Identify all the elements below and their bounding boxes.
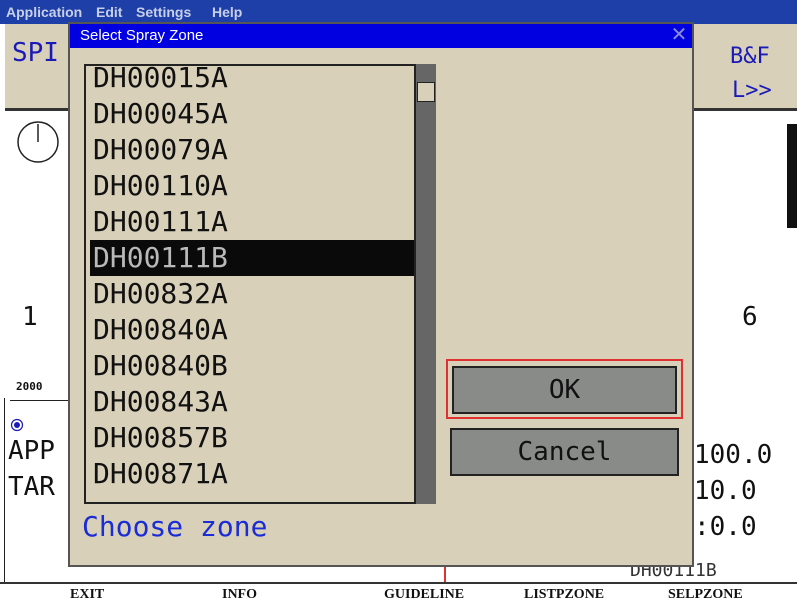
bg-left-number: 1 <box>22 302 38 332</box>
clock-icon <box>17 121 59 163</box>
bg-left-axis <box>4 398 5 588</box>
ok-button[interactable]: OK <box>452 366 677 414</box>
bg-bf-label: B&F <box>730 44 770 69</box>
select-spray-zone-dialog: Select Spray Zone ✕ DH00015A DH00045A DH00… <box>68 22 694 567</box>
ok-button-focus-ring: OK <box>446 359 683 419</box>
zone-list-item[interactable]: DH00840B <box>90 348 415 384</box>
bg-app-value: 100.0 <box>694 440 773 470</box>
softkey-listpzone[interactable]: LISTPZONE <box>524 587 604 603</box>
zone-list-scrollbar[interactable] <box>414 64 436 504</box>
choose-zone-prompt: Choose zone <box>82 510 268 543</box>
menu-edit[interactable]: Edit <box>96 4 122 20</box>
app-menubar: Application Edit Settings Help <box>0 0 797 24</box>
softkey-info[interactable]: INFO <box>222 587 257 603</box>
bg-app-label: APP <box>8 436 55 466</box>
zone-list-item[interactable]: DH00843A <box>90 384 415 420</box>
softkey-exit[interactable]: EXIT <box>70 587 104 603</box>
bg-spr-label: SPI <box>12 38 59 68</box>
softkey-guideline[interactable]: GUIDELINE <box>384 587 464 603</box>
zone-list-item[interactable]: DH00110A <box>90 168 415 204</box>
bg-right-number: 6 <box>742 302 758 332</box>
zone-listbox[interactable]: DH00015A DH00045A DH00079A DH00110A DH00111A… <box>84 64 436 504</box>
zone-list-item[interactable]: DH00857B <box>90 420 415 456</box>
radio-dot-icon <box>10 418 24 432</box>
bg-third-value: :0.0 <box>694 512 757 542</box>
dialog-title-bar[interactable]: Select Spray Zone ✕ <box>70 24 692 48</box>
zone-list-item[interactable]: DH00015A <box>90 66 415 96</box>
zone-list-item[interactable]: DH00840A <box>90 312 415 348</box>
zone-list-item[interactable]: DH00832A <box>90 276 415 312</box>
bg-scale-label: 2000 <box>16 380 43 393</box>
bg-tar-label: TAR <box>8 472 55 502</box>
menu-settings[interactable]: Settings <box>136 4 191 20</box>
bg-l-label: L>> <box>732 78 772 103</box>
menu-application[interactable]: Application <box>6 4 82 20</box>
softkey-bar: EXIT INFO GUIDELINE LISTPZONE SELPZONE <box>0 582 797 604</box>
zone-list-item[interactable]: DH00045A <box>90 96 415 132</box>
cancel-button[interactable]: Cancel <box>450 428 679 476</box>
dialog-title: Select Spray Zone <box>80 27 204 44</box>
menu-help[interactable]: Help <box>212 4 242 20</box>
bg-tar-value: 10.0 <box>694 476 757 506</box>
bg-scale-line <box>10 400 68 401</box>
close-icon[interactable]: ✕ <box>668 25 690 45</box>
zone-list-item[interactable]: DH00871A <box>90 456 415 492</box>
scrollbar-thumb[interactable] <box>417 82 435 102</box>
bg-level-bar <box>787 124 797 228</box>
zone-list-item[interactable]: DH00111A <box>90 204 415 240</box>
zone-list-item-selected[interactable]: DH00111B <box>90 240 415 276</box>
softkey-selpzone[interactable]: SELPZONE <box>668 587 743 603</box>
zone-list-item[interactable]: DH00079A <box>90 132 415 168</box>
